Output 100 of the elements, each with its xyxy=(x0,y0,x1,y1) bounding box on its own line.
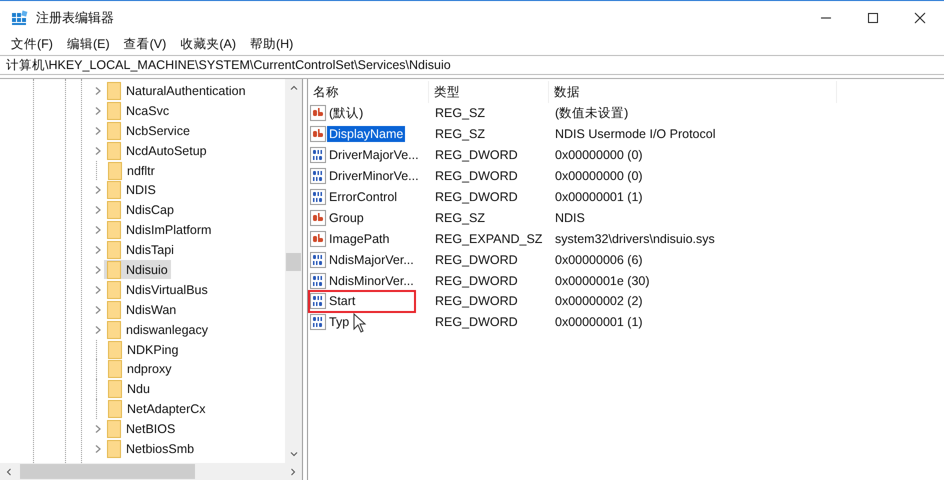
folder-icon xyxy=(107,201,121,220)
tree-item[interactable]: NetAdapterCx xyxy=(105,400,209,419)
column-header[interactable]: 类型 xyxy=(429,81,549,103)
folder-icon xyxy=(107,320,121,339)
table-cell-text: REG_SZ xyxy=(434,210,486,225)
folder-icon xyxy=(107,440,121,458)
expand-chevron-icon[interactable] xyxy=(94,304,102,315)
value-name[interactable]: ImagePath xyxy=(327,230,392,247)
binary-value-icon xyxy=(310,147,326,164)
tree-item[interactable]: NDIS xyxy=(104,180,159,200)
value-name[interactable]: DriverMinorVe... xyxy=(327,168,421,184)
table-cell-text: 0x00000000 (0) xyxy=(554,169,644,184)
folder-icon xyxy=(107,82,121,100)
binary-value-icon xyxy=(310,252,326,268)
tree-item[interactable]: NcaSvc xyxy=(104,101,172,120)
expand-chevron-icon[interactable] xyxy=(94,205,102,216)
folder-icon xyxy=(107,260,121,279)
scrollbar-thumb[interactable] xyxy=(20,464,195,479)
tree-item[interactable]: NdisVirtualBus xyxy=(104,280,211,300)
table-cell-text: REG_SZ xyxy=(434,106,486,120)
expand-chevron-icon[interactable] xyxy=(94,146,102,156)
value-name[interactable]: NdisMinorVer... xyxy=(327,272,416,289)
menu-item[interactable]: 编辑(E) xyxy=(60,36,117,52)
mouse-pointer-icon xyxy=(353,313,367,333)
table-cell-text: 0x00000000 (0) xyxy=(554,148,644,162)
table-cell-text: 0x00000001 (1) xyxy=(554,190,644,204)
folder-icon xyxy=(108,380,122,398)
menu-item[interactable]: 收藏夹(A) xyxy=(173,36,243,52)
expand-chevron-icon[interactable] xyxy=(94,185,102,196)
scroll-down-icon[interactable] xyxy=(288,449,298,459)
expand-chevron-icon[interactable] xyxy=(94,264,102,275)
table-cell-text: REG_DWORD xyxy=(434,252,519,267)
expand-chevron-icon[interactable] xyxy=(94,245,102,256)
table-cell-text: system32\drivers\ndisuio.sys xyxy=(554,232,716,246)
value-name[interactable]: Typ xyxy=(327,314,352,330)
value-name[interactable]: Start xyxy=(327,293,358,310)
value-name[interactable]: ErrorControl xyxy=(327,189,400,205)
table-cell-text: REG_DWORD xyxy=(434,190,519,204)
value-name[interactable]: DisplayName xyxy=(327,126,406,142)
string-value-icon xyxy=(310,230,326,247)
string-value-icon xyxy=(310,210,326,226)
folder-icon xyxy=(107,241,121,260)
string-value-icon xyxy=(310,126,326,142)
folder-icon xyxy=(107,280,121,299)
binary-value-icon xyxy=(310,293,326,310)
tree-item[interactable]: NdisTapi xyxy=(104,240,177,260)
folder-icon xyxy=(107,102,121,120)
table-cell-text: REG_EXPAND_SZ xyxy=(434,232,544,246)
value-name[interactable]: NdisMajorVer... xyxy=(327,252,416,268)
expand-chevron-icon[interactable] xyxy=(94,106,102,116)
table-cell-text: REG_DWORD xyxy=(434,274,519,288)
string-value-icon xyxy=(310,105,326,122)
expand-chevron-icon[interactable] xyxy=(94,284,102,295)
tree-item[interactable]: NcdAutoSetup xyxy=(104,141,210,160)
expand-chevron-icon[interactable] xyxy=(94,444,102,454)
expand-chevron-icon[interactable] xyxy=(94,86,102,96)
binary-value-icon xyxy=(310,272,326,289)
tree-item[interactable]: NcbService xyxy=(104,121,193,140)
tree-item[interactable]: ndiswanlegacy xyxy=(104,320,211,340)
scroll-left-icon[interactable] xyxy=(4,466,14,476)
expand-chevron-icon[interactable] xyxy=(94,126,102,136)
tree-item[interactable]: NdisImPlatform xyxy=(104,220,214,240)
menu-item[interactable]: 文件(F) xyxy=(4,36,60,52)
folder-icon xyxy=(108,340,122,359)
tree-item[interactable]: Ndu xyxy=(105,380,153,399)
binary-value-icon xyxy=(310,189,326,205)
maximize-icon[interactable] xyxy=(867,12,879,24)
folder-icon xyxy=(107,221,121,240)
table-cell-text: REG_DWORD xyxy=(434,294,519,308)
value-name[interactable]: (默认) xyxy=(327,104,366,123)
address-field[interactable]: 计算机\HKEY_LOCAL_MACHINE\SYSTEM\CurrentControlSet\Services\Ndisuio xyxy=(0,55,944,75)
column-header[interactable]: 数据 xyxy=(549,81,837,103)
table-cell-text: REG_DWORD xyxy=(434,315,519,330)
tree-item[interactable]: NdisWan xyxy=(104,300,180,320)
vertical-scrollbar[interactable] xyxy=(285,79,302,463)
column-header[interactable]: 名称 xyxy=(308,81,429,103)
menu-item[interactable]: 帮助(H) xyxy=(242,36,300,52)
expand-chevron-icon[interactable] xyxy=(94,424,102,434)
tree-item[interactable]: ndfltr xyxy=(105,161,158,180)
scroll-right-icon[interactable] xyxy=(288,466,298,476)
tree-item[interactable]: NaturalAuthentication xyxy=(104,81,249,100)
tree-item[interactable]: ndproxy xyxy=(105,360,174,379)
close-icon[interactable] xyxy=(914,12,926,24)
expand-chevron-icon[interactable] xyxy=(94,225,102,236)
horizontal-scrollbar[interactable] xyxy=(0,463,302,480)
expand-chevron-icon[interactable] xyxy=(94,324,102,335)
value-name[interactable]: DriverMajorVe... xyxy=(327,147,421,164)
table-cell-text: NDIS Usermode I/O Protocol xyxy=(554,127,716,142)
value-name[interactable]: Group xyxy=(327,210,366,226)
tree-item[interactable]: Ndisuio xyxy=(104,260,171,280)
table-cell-text: REG_DWORD xyxy=(434,169,519,184)
tree-item[interactable]: NetBIOS xyxy=(104,420,178,439)
tree-item[interactable]: NetbiosSmb xyxy=(104,439,198,458)
scrollbar-thumb[interactable] xyxy=(286,253,301,271)
menu-item[interactable]: 查看(V) xyxy=(116,36,174,52)
tree-item[interactable]: NDKPing xyxy=(105,340,182,360)
folder-icon xyxy=(108,360,122,378)
folder-icon xyxy=(107,300,121,319)
table-cell-text: (数值未设置) xyxy=(554,104,630,122)
tree-item[interactable]: NdisCap xyxy=(104,200,177,220)
